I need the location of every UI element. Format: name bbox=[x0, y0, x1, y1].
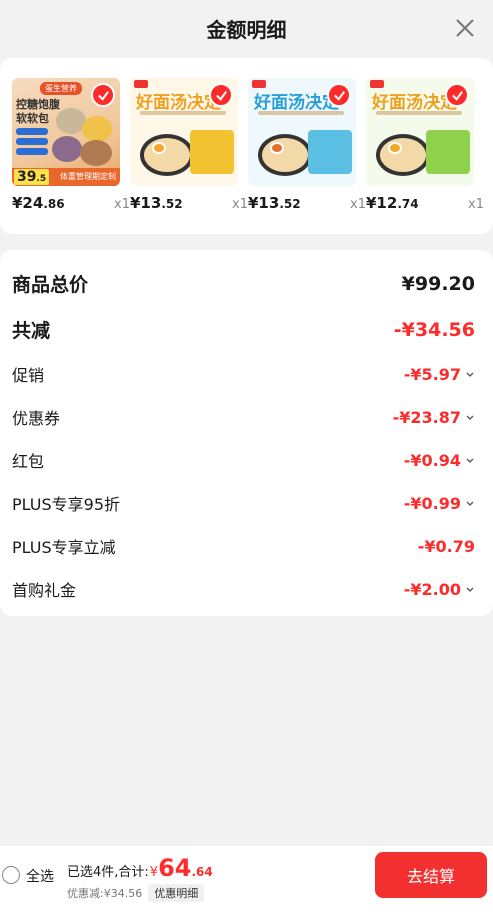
checkout-button[interactable]: 去结算 bbox=[375, 852, 487, 898]
product-item[interactable]: 好面汤决定 ¥13.52 x1 bbox=[248, 78, 366, 212]
discount-value: -¥0.79 bbox=[417, 536, 475, 556]
header: 金额明细 bbox=[0, 0, 493, 56]
currency-symbol: ¥ bbox=[149, 865, 159, 880]
total-reduce-value: -¥34.56 bbox=[393, 318, 475, 341]
selected-count-text: 已选4件,合计: bbox=[67, 865, 149, 880]
product-subline bbox=[258, 111, 344, 115]
package-image bbox=[426, 130, 470, 174]
product-qty: x1 bbox=[232, 197, 248, 212]
package-image bbox=[190, 130, 234, 174]
products-card: 蛋生营养 控糖饱腹软软包 体重管理期定制 39.5 ¥24.86 x1 好面汤决… bbox=[0, 58, 493, 234]
discount-value: -¥5.97 bbox=[403, 364, 461, 384]
product-item[interactable]: 好面汤决定 ¥12.74 x1 bbox=[366, 78, 484, 212]
discount-value: -¥2.00 bbox=[403, 579, 461, 599]
bread-image bbox=[82, 116, 112, 142]
total-reduce-row: 共减 -¥34.56 bbox=[12, 316, 475, 343]
discount-summary-text: 优惠减:¥34.56 bbox=[67, 887, 143, 900]
total-price-label: 商品总价 bbox=[12, 274, 89, 296]
selected-check-icon[interactable] bbox=[209, 83, 233, 107]
chevron-down-icon[interactable] bbox=[465, 412, 475, 422]
noodle-bowl-image bbox=[258, 134, 312, 176]
product-item[interactable]: 好面汤决定 ¥13.52 x1 bbox=[130, 78, 248, 212]
total-price-value: ¥99.20 bbox=[401, 272, 475, 295]
checkout-bar: 全选 已选4件,合计: ¥ 64 .64 优惠减:¥34.56 优惠明细 去结算 bbox=[0, 846, 493, 918]
selected-check-icon[interactable] bbox=[327, 83, 351, 107]
discount-row-plus95[interactable]: PLUS专享95折 -¥0.99 bbox=[12, 491, 475, 515]
feature-strip bbox=[16, 138, 48, 145]
feature-strip bbox=[16, 148, 48, 155]
product-price: ¥13.52 bbox=[130, 194, 183, 212]
noodle-bowl-image bbox=[376, 134, 430, 176]
total-reduce-label: 共减 bbox=[12, 320, 51, 342]
order-summary: 已选4件,合计: ¥ 64 .64 bbox=[67, 854, 213, 882]
product-qty: x1 bbox=[468, 197, 484, 212]
close-icon[interactable] bbox=[451, 14, 479, 42]
bread-image bbox=[52, 136, 82, 162]
chevron-down-icon[interactable] bbox=[465, 369, 475, 379]
page-title: 金额明细 bbox=[206, 17, 287, 42]
product-price: ¥13.52 bbox=[248, 194, 301, 212]
chevron-down-icon[interactable] bbox=[465, 455, 475, 465]
discount-label: 首购礼金 bbox=[12, 581, 77, 600]
bread-image bbox=[80, 140, 112, 166]
discount-row-promo[interactable]: 促销 -¥5.97 bbox=[12, 362, 475, 386]
total-amount-int: 64 bbox=[158, 854, 192, 882]
noodle-bowl-image bbox=[140, 134, 194, 176]
product-item[interactable]: 蛋生营养 控糖饱腹软软包 体重管理期定制 39.5 ¥24.86 x1 bbox=[12, 78, 130, 212]
product-subline bbox=[140, 111, 226, 115]
product-thumbnail[interactable]: 好面汤决定 bbox=[130, 78, 238, 186]
chevron-down-icon[interactable] bbox=[465, 584, 475, 594]
discount-label: PLUS专享95折 bbox=[12, 495, 120, 514]
selected-check-icon[interactable] bbox=[445, 83, 469, 107]
chevron-down-icon[interactable] bbox=[465, 498, 475, 508]
product-qty: x1 bbox=[114, 197, 130, 212]
discount-label: 红包 bbox=[12, 452, 45, 471]
egg-image bbox=[152, 142, 166, 154]
discount-value: -¥0.99 bbox=[403, 493, 461, 513]
product-price: ¥24.86 bbox=[12, 194, 65, 212]
discount-value: -¥0.94 bbox=[403, 450, 461, 470]
feature-strip bbox=[16, 128, 48, 135]
product-tag: 蛋生营养 bbox=[40, 82, 82, 95]
discount-value: -¥23.87 bbox=[392, 407, 461, 427]
amount-detail-card: 商品总价 ¥99.20 共减 -¥34.56 促销 -¥5.97 优惠券 -¥2… bbox=[0, 250, 493, 616]
product-thumbnail[interactable]: 好面汤决定 bbox=[366, 78, 474, 186]
total-amount-dec: .64 bbox=[191, 865, 213, 879]
product-thumbnail[interactable]: 好面汤决定 bbox=[248, 78, 356, 186]
egg-image bbox=[388, 142, 402, 154]
package-image bbox=[308, 130, 352, 174]
total-price-row: 商品总价 ¥99.20 bbox=[12, 270, 475, 297]
product-weight-badge: 39.5 bbox=[14, 169, 50, 185]
discount-label: 优惠券 bbox=[12, 409, 61, 428]
selected-check-icon[interactable] bbox=[91, 83, 115, 107]
product-price: ¥12.74 bbox=[366, 194, 419, 212]
brand-logo bbox=[370, 80, 384, 88]
brand-logo bbox=[252, 80, 266, 88]
product-subline bbox=[376, 111, 462, 115]
discount-row-coupon[interactable]: 优惠券 -¥23.87 bbox=[12, 405, 475, 429]
discount-row-plus-reduce: PLUS专享立减 -¥0.79 bbox=[12, 534, 475, 558]
discount-row-redpacket[interactable]: 红包 -¥0.94 bbox=[12, 448, 475, 472]
select-all-radio[interactable] bbox=[2, 866, 20, 884]
brand-logo bbox=[134, 80, 148, 88]
discount-label: 促销 bbox=[12, 366, 45, 385]
discount-label: PLUS专享立减 bbox=[12, 538, 116, 557]
product-qty: x1 bbox=[350, 197, 366, 212]
product-thumbnail[interactable]: 蛋生营养 控糖饱腹软软包 体重管理期定制 39.5 bbox=[12, 78, 120, 186]
select-all-label[interactable]: 全选 bbox=[26, 866, 54, 886]
discount-summary: 优惠减:¥34.56 优惠明细 bbox=[67, 884, 205, 902]
shrimp-image bbox=[270, 142, 284, 154]
discount-detail-button[interactable]: 优惠明细 bbox=[148, 884, 205, 902]
discount-row-first-gift[interactable]: 首购礼金 -¥2.00 bbox=[12, 577, 475, 601]
